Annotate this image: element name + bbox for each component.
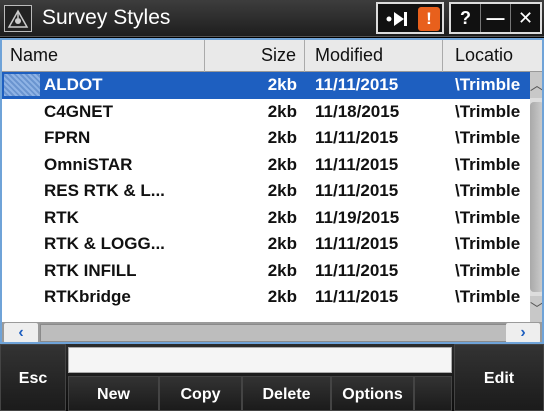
cell-size: 2kb	[267, 260, 297, 280]
cell-modified: 11/19/2015	[315, 207, 400, 227]
app-menu-icon[interactable]	[4, 5, 32, 32]
cell-location: \Trimble	[455, 154, 521, 174]
status-line	[68, 347, 452, 373]
table-row[interactable]: ALDOT 2kb 11/11/2015 \Trimble	[2, 72, 532, 99]
scroll-right-icon[interactable]: ›	[506, 323, 540, 342]
cell-modified: 11/11/2015	[315, 75, 399, 94]
table-body: ALDOT 2kb 11/11/2015 \Trimble C4GNET 2kb…	[2, 72, 532, 322]
warning-icon[interactable]: !	[418, 7, 440, 31]
softkey-bar: Esc New Copy Delete Options Edit	[0, 344, 544, 411]
cell-modified: 11/11/2015	[315, 234, 399, 253]
cell-modified: 11/11/2015	[315, 154, 399, 174]
window-title: Survey Styles	[42, 6, 171, 29]
scroll-left-icon[interactable]: ‹	[4, 323, 38, 342]
column-header-location[interactable]: Locatio	[443, 40, 542, 72]
copy-button[interactable]: Copy	[159, 376, 242, 411]
window-controls: ? — ✕	[449, 2, 542, 34]
edit-button[interactable]: Edit	[454, 344, 544, 411]
new-button[interactable]: New	[68, 376, 159, 411]
cell-modified: 11/11/2015	[315, 287, 399, 306]
cell-name: RES RTK & L...	[44, 181, 165, 200]
scroll-down-icon[interactable]: ﹀	[530, 296, 542, 322]
empty-softkey	[414, 376, 452, 411]
cell-size: 2kb	[267, 287, 297, 306]
cell-size: 2kb	[267, 101, 297, 121]
status-indicators[interactable]: !	[376, 2, 444, 34]
cell-name: OmniSTAR	[44, 154, 133, 174]
cell-modified: 11/18/2015	[315, 101, 400, 121]
cell-size: 2kb	[267, 181, 297, 200]
cell-name: RTK	[44, 207, 79, 227]
table-row[interactable]: RTKbridge 2kb 11/11/2015 \Trimble	[2, 284, 532, 311]
column-header-size[interactable]: Size	[205, 40, 305, 72]
cell-size: 2kb	[267, 234, 297, 253]
cell-size: 2kb	[267, 75, 297, 94]
cell-size: 2kb	[267, 128, 297, 147]
cell-name: ALDOT	[44, 75, 103, 94]
help-button[interactable]: ?	[451, 4, 481, 32]
title-bar: Survey Styles ! ? — ✕	[0, 0, 544, 37]
horizontal-scrollbar[interactable]: ‹ ›	[2, 322, 542, 342]
cell-size: 2kb	[267, 154, 297, 174]
cell-size: 2kb	[267, 207, 297, 227]
cell-name: FPRN	[44, 128, 91, 147]
cell-name: RTKbridge	[44, 287, 131, 306]
cell-modified: 11/11/2015	[315, 128, 399, 147]
table-row[interactable]: RTK INFILL 2kb 11/11/2015 \Trimble	[2, 258, 532, 285]
table-row[interactable]: C4GNET 2kb 11/18/2015 \Trimble	[2, 99, 532, 126]
cell-location: \Trimble	[455, 101, 521, 121]
table-row[interactable]: RES RTK & L... 2kb 11/11/2015 \Trimble	[2, 178, 532, 205]
options-button[interactable]: Options	[331, 376, 414, 411]
minimize-button[interactable]: —	[481, 4, 511, 32]
cell-modified: 11/11/2015	[315, 181, 399, 200]
column-header-name[interactable]: Name	[2, 40, 205, 72]
cell-location: \Trimble	[455, 234, 521, 253]
cell-location: \Trimble	[455, 287, 521, 306]
cell-location: \Trimble	[455, 75, 521, 94]
vertical-scroll-thumb[interactable]	[530, 102, 542, 292]
close-button[interactable]: ✕	[511, 4, 540, 32]
cell-location: \Trimble	[455, 207, 521, 227]
scroll-up-icon[interactable]: ︿	[530, 72, 542, 98]
cell-location: \Trimble	[455, 128, 521, 147]
cell-name: C4GNET	[44, 101, 113, 121]
cell-name: RTK & LOGG...	[44, 234, 165, 253]
row-selection-marker	[4, 74, 40, 96]
delete-button[interactable]: Delete	[242, 376, 331, 411]
survey-styles-table: Name Size Modified Locatio ALDOT 2kb 11/…	[0, 38, 544, 344]
esc-button[interactable]: Esc	[0, 344, 66, 411]
cell-location: \Trimble	[455, 260, 521, 280]
table-row[interactable]: RTK & LOGG... 2kb 11/11/2015 \Trimble	[2, 231, 532, 258]
table-row[interactable]: FPRN 2kb 11/11/2015 \Trimble	[2, 125, 532, 152]
cell-location: \Trimble	[455, 181, 521, 200]
table-header: Name Size Modified Locatio	[2, 40, 542, 72]
table-row[interactable]: RTK 2kb 11/19/2015 \Trimble	[2, 205, 532, 232]
cell-name: RTK INFILL	[44, 260, 137, 280]
vertical-scrollbar[interactable]: ︿ ﹀	[530, 72, 542, 322]
horizontal-scroll-thumb[interactable]	[40, 324, 522, 342]
column-header-modified[interactable]: Modified	[305, 40, 443, 72]
table-row[interactable]: OmniSTAR 2kb 11/11/2015 \Trimble	[2, 152, 532, 179]
cell-modified: 11/11/2015	[315, 260, 399, 280]
data-transfer-icon	[386, 12, 407, 26]
